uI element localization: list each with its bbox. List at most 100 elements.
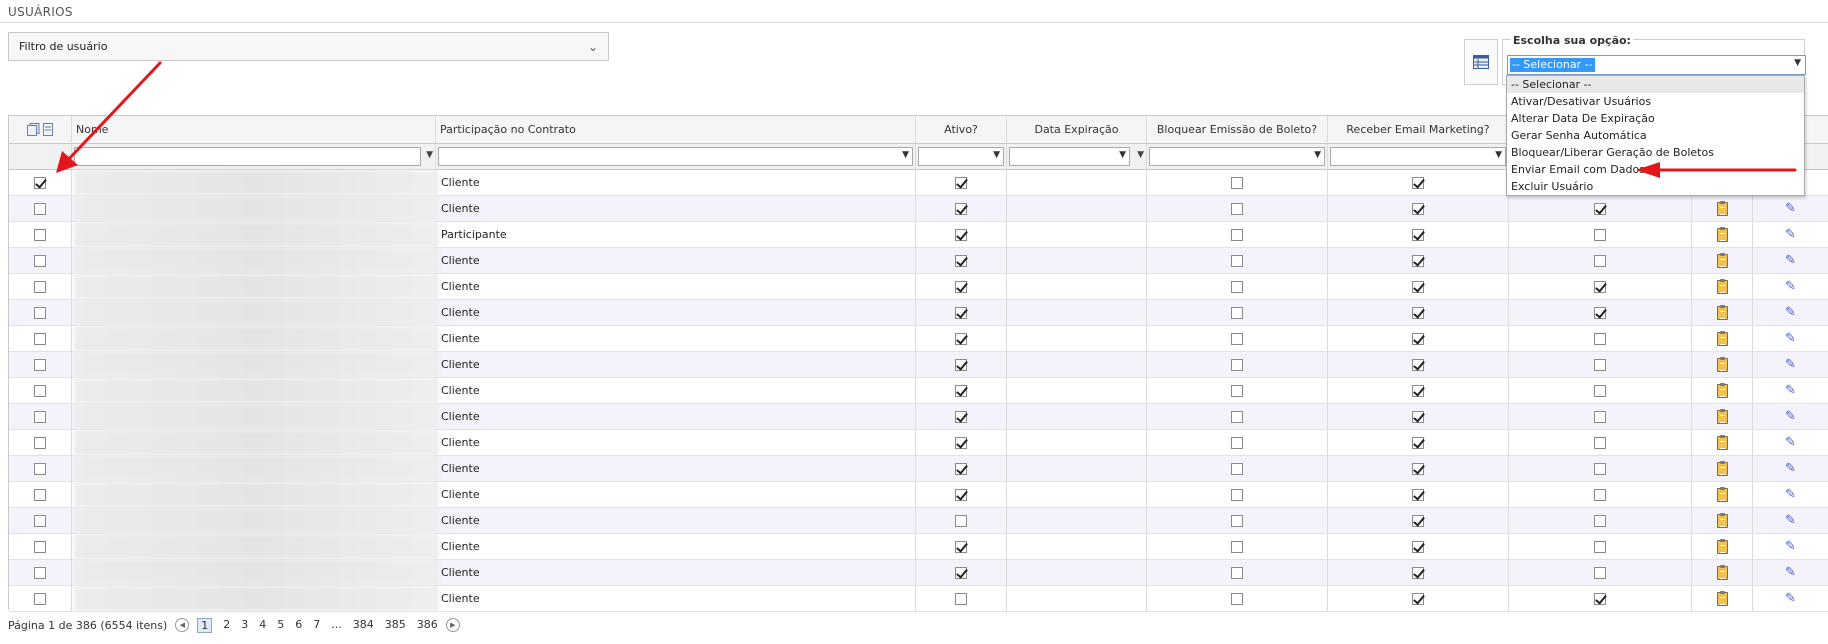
table-row[interactable]: Participante ✎ xyxy=(9,222,1828,248)
table-row[interactable]: Cliente ✎ xyxy=(9,508,1828,534)
extra-checkbox[interactable] xyxy=(1594,228,1606,241)
row-select-checkbox[interactable] xyxy=(34,540,46,553)
clipboard-icon[interactable] xyxy=(1716,408,1728,424)
page-number[interactable]: 5 xyxy=(277,618,284,633)
clipboard-icon[interactable] xyxy=(1716,252,1728,268)
receber-checkbox[interactable] xyxy=(1412,462,1424,475)
table-row[interactable]: Cliente ✎ xyxy=(9,586,1828,612)
clipboard-icon[interactable] xyxy=(1716,512,1728,528)
receber-checkbox[interactable] xyxy=(1412,384,1424,397)
page-number[interactable]: 385 xyxy=(385,618,406,633)
clipboard-icon[interactable] xyxy=(1716,278,1728,294)
ativo-checkbox[interactable] xyxy=(955,514,967,527)
clipboard-icon[interactable] xyxy=(1716,564,1728,580)
table-row[interactable]: Cliente ✎ xyxy=(9,404,1828,430)
copy-icon[interactable] xyxy=(43,123,53,136)
filter-bloquear-select[interactable]: ▼ xyxy=(1149,147,1325,166)
ativo-checkbox[interactable] xyxy=(955,410,967,423)
option-item[interactable]: Gerar Senha Automática xyxy=(1507,127,1804,144)
receber-checkbox[interactable] xyxy=(1412,410,1424,423)
clipboard-icon[interactable] xyxy=(1716,382,1728,398)
extra-checkbox[interactable] xyxy=(1594,202,1606,215)
page-number[interactable]: 384 xyxy=(353,618,374,633)
row-select-checkbox[interactable] xyxy=(34,488,46,501)
row-select-checkbox[interactable] xyxy=(34,436,46,449)
row-select-checkbox[interactable] xyxy=(34,228,46,241)
option-item[interactable]: Ativar/Desativar Usuários xyxy=(1507,93,1804,110)
table-row[interactable]: Cliente ✎ xyxy=(9,274,1828,300)
extra-checkbox[interactable] xyxy=(1594,488,1606,501)
clipboard-icon[interactable] xyxy=(1716,226,1728,242)
ativo-checkbox[interactable] xyxy=(955,202,967,215)
ativo-checkbox[interactable] xyxy=(955,358,967,371)
option-select[interactable]: -- Selecionar -- ▼ xyxy=(1507,55,1806,75)
receber-checkbox[interactable] xyxy=(1412,332,1424,345)
bloquear-checkbox[interactable] xyxy=(1231,332,1243,345)
row-select-checkbox[interactable] xyxy=(34,332,46,345)
row-select-checkbox[interactable] xyxy=(34,306,46,319)
bloquear-checkbox[interactable] xyxy=(1231,514,1243,527)
header-bloquear[interactable]: Bloquear Emissão de Boleto? xyxy=(1147,116,1328,144)
pencil-icon[interactable]: ✎ xyxy=(1785,435,1796,450)
filter-data-select[interactable]: ▼ xyxy=(1009,147,1130,166)
header-receber[interactable]: Receber Email Marketing? xyxy=(1328,116,1509,144)
table-row[interactable]: Cliente ✎ xyxy=(9,482,1828,508)
next-page-icon[interactable]: ▶ xyxy=(445,618,460,632)
receber-checkbox[interactable] xyxy=(1412,566,1424,579)
page-number[interactable]: 1 xyxy=(197,617,213,633)
ativo-checkbox[interactable] xyxy=(955,592,967,605)
option-item[interactable]: Alterar Data De Expiração xyxy=(1507,110,1804,127)
ativo-checkbox[interactable] xyxy=(955,540,967,553)
extra-checkbox[interactable] xyxy=(1594,436,1606,449)
filter-participacao-select[interactable]: ▼ xyxy=(438,147,913,166)
bloquear-checkbox[interactable] xyxy=(1231,410,1243,423)
row-select-checkbox[interactable] xyxy=(34,384,46,397)
bloquear-checkbox[interactable] xyxy=(1231,358,1243,371)
bloquear-checkbox[interactable] xyxy=(1231,228,1243,241)
pencil-icon[interactable]: ✎ xyxy=(1785,487,1796,502)
bloquear-checkbox[interactable] xyxy=(1231,384,1243,397)
extra-checkbox[interactable] xyxy=(1594,332,1606,345)
table-row[interactable]: Cliente ✎ xyxy=(9,196,1828,222)
option-item[interactable]: Enviar Email com Dados xyxy=(1507,161,1804,178)
page-number[interactable]: 4 xyxy=(259,618,266,633)
table-row[interactable]: Cliente ✎ xyxy=(9,560,1828,586)
clipboard-icon[interactable] xyxy=(1716,538,1728,554)
extra-checkbox[interactable] xyxy=(1594,410,1606,423)
receber-checkbox[interactable] xyxy=(1412,540,1424,553)
extra-checkbox[interactable] xyxy=(1594,462,1606,475)
bloquear-checkbox[interactable] xyxy=(1231,254,1243,267)
bloquear-checkbox[interactable] xyxy=(1231,540,1243,553)
ativo-checkbox[interactable] xyxy=(955,228,967,241)
bloquear-checkbox[interactable] xyxy=(1231,202,1243,215)
filter-icon[interactable]: ▼ xyxy=(1137,150,1144,160)
ativo-checkbox[interactable] xyxy=(955,176,967,189)
receber-checkbox[interactable] xyxy=(1412,592,1424,605)
ativo-checkbox[interactable] xyxy=(955,488,967,501)
clipboard-icon[interactable] xyxy=(1716,200,1728,216)
pencil-icon[interactable]: ✎ xyxy=(1785,565,1796,580)
receber-checkbox[interactable] xyxy=(1412,202,1424,215)
row-select-checkbox[interactable] xyxy=(34,176,46,189)
receber-checkbox[interactable] xyxy=(1412,436,1424,449)
extra-checkbox[interactable] xyxy=(1594,566,1606,579)
table-view-button[interactable] xyxy=(1464,39,1498,85)
clipboard-icon[interactable] xyxy=(1716,460,1728,476)
extra-checkbox[interactable] xyxy=(1594,280,1606,293)
option-item[interactable]: Bloquear/Liberar Geração de Boletos xyxy=(1507,144,1804,161)
ativo-checkbox[interactable] xyxy=(955,306,967,319)
pencil-icon[interactable]: ✎ xyxy=(1785,253,1796,268)
header-data-expiracao[interactable]: Data Expiração xyxy=(1007,116,1147,144)
page-number[interactable]: 6 xyxy=(295,618,302,633)
page-number[interactable]: 7 xyxy=(313,618,320,633)
clipboard-icon[interactable] xyxy=(1716,356,1728,372)
row-select-checkbox[interactable] xyxy=(34,280,46,293)
header-participacao[interactable]: Participação no Contrato xyxy=(436,116,916,144)
receber-checkbox[interactable] xyxy=(1412,306,1424,319)
filter-ativo-select[interactable]: ▼ xyxy=(918,147,1004,166)
pencil-icon[interactable]: ✎ xyxy=(1785,539,1796,554)
extra-checkbox[interactable] xyxy=(1594,514,1606,527)
filter-nome-input[interactable] xyxy=(74,147,421,166)
receber-checkbox[interactable] xyxy=(1412,488,1424,501)
table-row[interactable]: Cliente ✎ xyxy=(9,300,1828,326)
